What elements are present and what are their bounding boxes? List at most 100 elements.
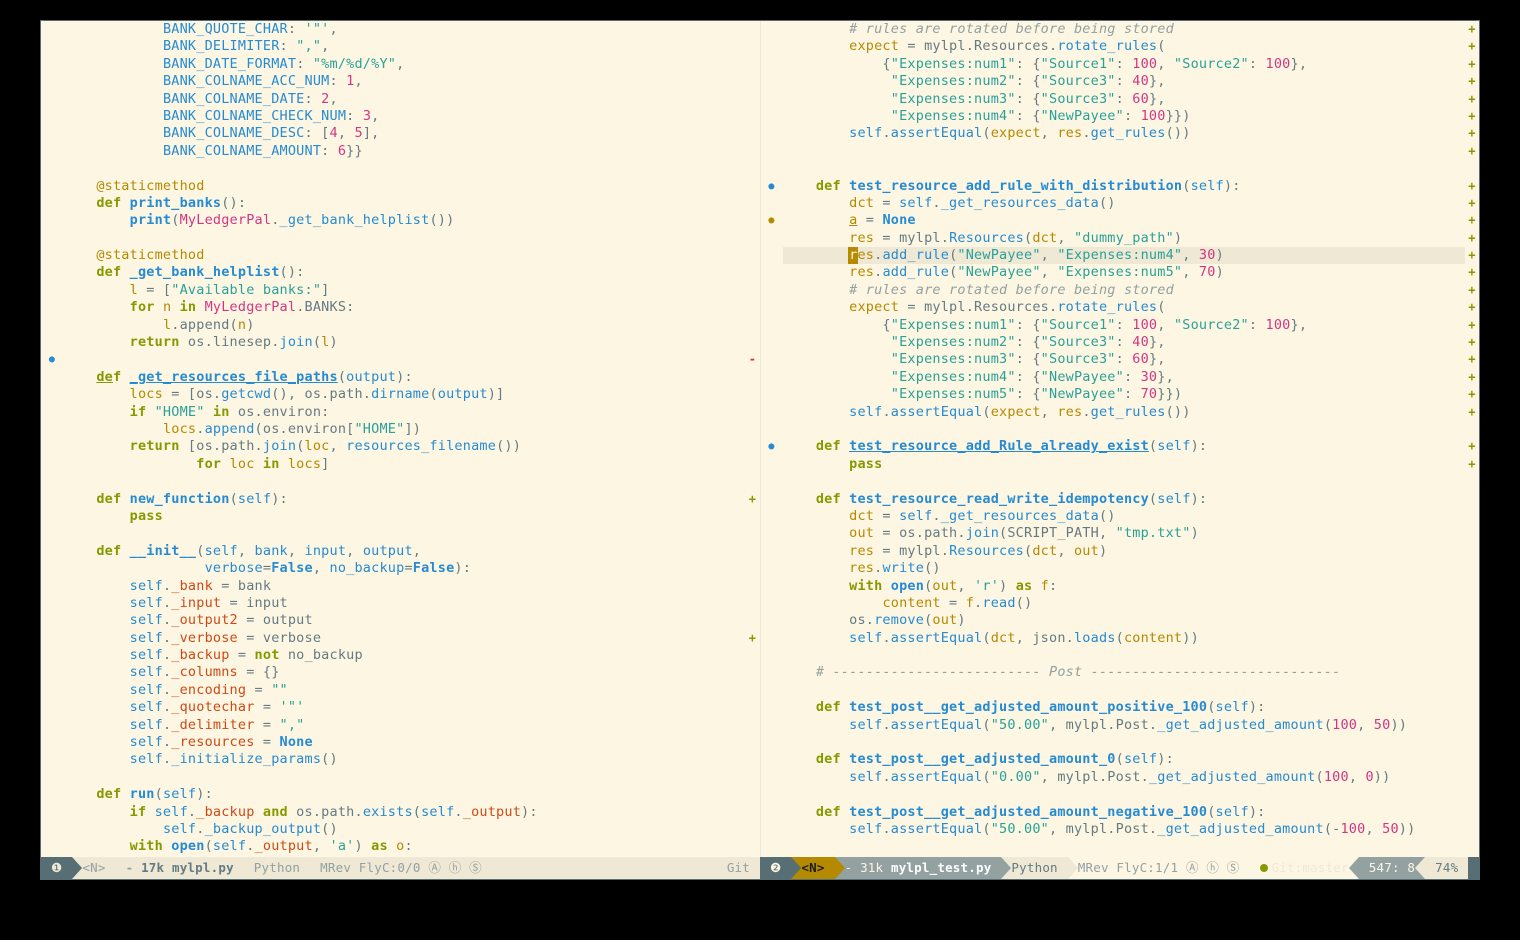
code-line[interactable]: "Expenses:num4": {"NewPayee": 30}, (783, 369, 1466, 386)
code-line[interactable]: self._backup = not no_backup (63, 647, 746, 664)
code-line[interactable]: # rules are rotated before being stored (783, 282, 1466, 299)
code-line[interactable]: expect = mylpl.Resources.rotate_rules( (783, 38, 1466, 55)
code-line[interactable]: "Expenses:num4": {"NewPayee": 100}}) (783, 108, 1466, 125)
code-line[interactable]: @staticmethod (63, 247, 746, 264)
code-line[interactable]: self.assertEqual(expect, res.get_rules()… (783, 125, 1466, 142)
code-line[interactable]: BANK_COLNAME_CHECK_NUM: 3, (63, 108, 746, 125)
code-line[interactable]: res.write() (783, 560, 1466, 577)
code-line[interactable]: res.add_rule("NewPayee", "Expenses:num4"… (783, 247, 1466, 264)
code-line[interactable]: content = f.read() (783, 595, 1466, 612)
right-code-area[interactable]: # rules are rotated before being stored … (783, 21, 1466, 857)
code-line[interactable]: dct = self._get_resources_data() (783, 508, 1466, 525)
code-line[interactable]: l.append(n) (63, 317, 746, 334)
code-line[interactable]: def _get_resources_file_paths(output): (63, 369, 746, 386)
code-line[interactable]: "Expenses:num3": {"Source3": 60}, (783, 91, 1466, 108)
code-line[interactable]: self._output2 = output (63, 612, 746, 629)
code-line[interactable]: self.assertEqual("0.00", mylpl.Post._get… (783, 769, 1466, 786)
code-line[interactable]: l = ["Available banks:"] (63, 282, 746, 299)
code-line[interactable] (783, 160, 1466, 177)
code-line[interactable] (783, 143, 1466, 160)
buffer-info[interactable]: - 17k mylpl.py (116, 857, 244, 879)
code-line[interactable]: self._bank = bank (63, 578, 746, 595)
code-line[interactable]: self._encoding = "" (63, 682, 746, 699)
code-line[interactable] (783, 421, 1466, 438)
code-line[interactable]: "Expenses:num3": {"Source3": 60}, (783, 351, 1466, 368)
code-line[interactable]: self._backup_output() (63, 821, 746, 838)
code-line[interactable] (63, 230, 746, 247)
code-line[interactable]: self.assertEqual("50.00", mylpl.Post._ge… (783, 717, 1466, 734)
code-line[interactable]: if self._backup and os.path.exists(self.… (63, 804, 746, 821)
code-line[interactable]: BANK_COLNAME_DESC: [4, 5], (63, 125, 746, 142)
code-line[interactable]: a = None (783, 212, 1466, 229)
code-line[interactable]: BANK_QUOTE_CHAR: '"', (63, 21, 746, 38)
code-line[interactable]: self.assertEqual(dct, json.loads(content… (783, 630, 1466, 647)
code-line[interactable]: # ------------------------- Post -------… (783, 664, 1466, 681)
left-modeline[interactable]: ❶ <N> - 17k mylpl.py Python MRev FlyC:0/… (41, 857, 760, 879)
code-line[interactable]: self._verbose = verbose (63, 630, 746, 647)
right-modeline[interactable]: ❷ <N> - 31k mylpl_test.py Python MRev Fl… (760, 857, 1479, 879)
code-line[interactable] (63, 769, 746, 786)
code-line[interactable]: def __init__(self, bank, input, output, (63, 543, 746, 560)
code-line[interactable] (783, 682, 1466, 699)
code-line[interactable] (783, 734, 1466, 751)
code-line[interactable] (63, 473, 746, 490)
code-line[interactable]: res = mylpl.Resources(dct, out) (783, 543, 1466, 560)
code-line[interactable]: self._columns = {} (63, 664, 746, 681)
code-line[interactable]: locs = [os.getcwd(), os.path.dirname(out… (63, 386, 746, 403)
code-line[interactable]: expect = mylpl.Resources.rotate_rules( (783, 299, 1466, 316)
code-line[interactable] (783, 473, 1466, 490)
code-line[interactable]: os.remove(out) (783, 612, 1466, 629)
left-pane[interactable]: ● BANK_QUOTE_CHAR: '"', BANK_DELIMITER: … (41, 21, 761, 857)
code-line[interactable]: if "HOME" in os.environ: (63, 404, 746, 421)
code-line[interactable]: BANK_COLNAME_ACC_NUM: 1, (63, 73, 746, 90)
code-line[interactable]: # rules are rotated before being stored (783, 21, 1466, 38)
code-line[interactable]: self._resources = None (63, 734, 746, 751)
buffer-info[interactable]: - 31k mylpl_test.py (835, 857, 1002, 879)
code-line[interactable]: "Expenses:num2": {"Source3": 40}, (783, 73, 1466, 90)
code-line[interactable]: def _get_bank_helplist(): (63, 264, 746, 281)
code-line[interactable]: return os.linesep.join(l) (63, 334, 746, 351)
code-line[interactable]: pass (783, 456, 1466, 473)
code-line[interactable]: dct = self._get_resources_data() (783, 195, 1466, 212)
code-line[interactable] (63, 160, 746, 177)
code-line[interactable]: self.assertEqual(expect, res.get_rules()… (783, 404, 1466, 421)
left-code-area[interactable]: BANK_QUOTE_CHAR: '"', BANK_DELIMITER: ",… (63, 21, 746, 857)
code-line[interactable]: def test_post__get_adjusted_amount_0(sel… (783, 751, 1466, 768)
code-line[interactable]: BANK_COLNAME_AMOUNT: 6}} (63, 143, 746, 160)
code-line[interactable]: res.add_rule("NewPayee", "Expenses:num5"… (783, 264, 1466, 281)
code-line[interactable] (63, 351, 746, 368)
code-line[interactable]: def test_post__get_adjusted_amount_negat… (783, 804, 1466, 821)
code-line[interactable]: self._input = input (63, 595, 746, 612)
code-line[interactable]: self._initialize_params() (63, 751, 746, 768)
code-line[interactable]: def new_function(self): (63, 491, 746, 508)
code-line[interactable]: "Expenses:num5": {"NewPayee": 70}}) (783, 386, 1466, 403)
code-line[interactable]: res = mylpl.Resources(dct, "dummy_path") (783, 230, 1466, 247)
code-line[interactable]: {"Expenses:num1": {"Source1": 100, "Sour… (783, 317, 1466, 334)
code-line[interactable]: pass (63, 508, 746, 525)
code-line[interactable]: BANK_COLNAME_DATE: 2, (63, 91, 746, 108)
right-pane[interactable]: ●●● # rules are rotated before being sto… (761, 21, 1480, 857)
code-line[interactable] (783, 647, 1466, 664)
code-line[interactable]: return [os.path.join(loc, resources_file… (63, 438, 746, 455)
code-line[interactable] (63, 525, 746, 542)
code-line[interactable]: locs.append(os.environ["HOME"]) (63, 421, 746, 438)
code-line[interactable]: for n in MyLedgerPal.BANKS: (63, 299, 746, 316)
code-line[interactable]: @staticmethod (63, 178, 746, 195)
code-line[interactable]: BANK_DATE_FORMAT: "%m/%d/%Y", (63, 56, 746, 73)
code-line[interactable]: {"Expenses:num1": {"Source1": 100, "Sour… (783, 56, 1466, 73)
code-line[interactable]: verbose=False, no_backup=False): (63, 560, 746, 577)
code-line[interactable]: print(MyLedgerPal._get_bank_helplist()) (63, 212, 746, 229)
code-line[interactable]: self._delimiter = "," (63, 717, 746, 734)
code-line[interactable]: for loc in locs] (63, 456, 746, 473)
code-line[interactable]: out = os.path.join(SCRIPT_PATH, "tmp.txt… (783, 525, 1466, 542)
code-line[interactable]: def run(self): (63, 786, 746, 803)
code-line[interactable]: def print_banks(): (63, 195, 746, 212)
code-line[interactable]: with open(self._output, 'a') as o: (63, 838, 746, 855)
code-line[interactable]: def test_post__get_adjusted_amount_posit… (783, 699, 1466, 716)
code-line[interactable]: def test_resource_add_rule_with_distribu… (783, 178, 1466, 195)
code-line[interactable]: with open(out, 'r') as f: (783, 578, 1466, 595)
code-line[interactable]: BANK_DELIMITER: ",", (63, 38, 746, 55)
code-line[interactable]: def test_resource_add_Rule_already_exist… (783, 438, 1466, 455)
code-line[interactable] (783, 786, 1466, 803)
code-line[interactable]: self.assertEqual("50.00", mylpl.Post._ge… (783, 821, 1466, 838)
